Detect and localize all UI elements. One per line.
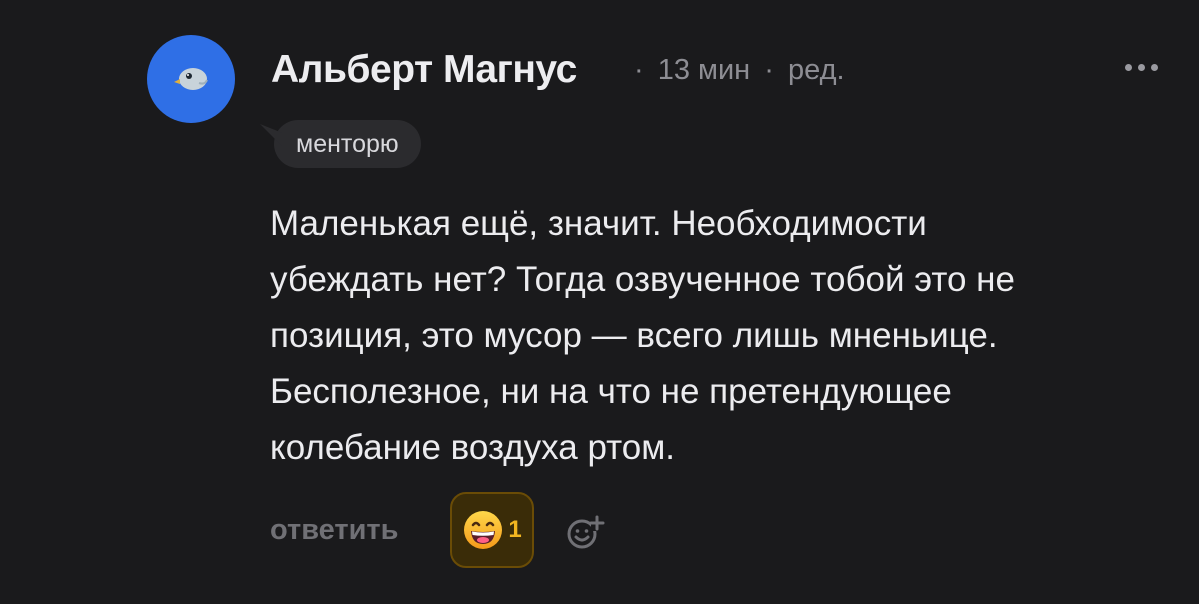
reply-to-tag[interactable]: менторю [274, 120, 421, 168]
smiley-plus-icon [567, 515, 605, 549]
meta-separator: · [764, 54, 774, 86]
comment-text-line: Маленькая ещё, значит. Необходимости [270, 204, 927, 243]
grinning-face-emoji [464, 511, 503, 549]
comment-time: 13 мин [657, 54, 751, 86]
bird-avatar-icon [174, 68, 208, 90]
comment-text-line: Бесполезное, ни на что не претендующее [270, 372, 952, 411]
dot [1125, 63, 1132, 71]
comment-text-line: убеждать нет? Тогда озвученное тобой это… [270, 260, 1015, 299]
author-name[interactable]: Альберт Магнус [271, 48, 577, 92]
meta-separator: · [634, 54, 644, 86]
reaction-count: 1 [508, 516, 522, 543]
add-reaction-icon[interactable] [564, 510, 606, 552]
dot [1151, 63, 1158, 71]
edited-label: ред. [788, 54, 845, 86]
dot [1138, 63, 1145, 71]
comment-card: Альберт Магнус · 13 мин · ред. менторю М… [0, 0, 1199, 604]
avatar[interactable] [147, 35, 235, 123]
comment-text-line: позиция, это мусор — всего лишь мненьице… [270, 316, 998, 355]
comment-meta: · 13 мин · ред. [634, 54, 845, 87]
comment-text-line: колебание воздуха ртом. [270, 428, 676, 467]
reply-button[interactable]: ответить [270, 514, 398, 547]
more-dots-icon[interactable] [1125, 62, 1165, 72]
reaction-button[interactable]: 1 [450, 492, 534, 568]
comment-text: Маленькая ещё, значит. Необходимости убе… [270, 196, 1170, 476]
